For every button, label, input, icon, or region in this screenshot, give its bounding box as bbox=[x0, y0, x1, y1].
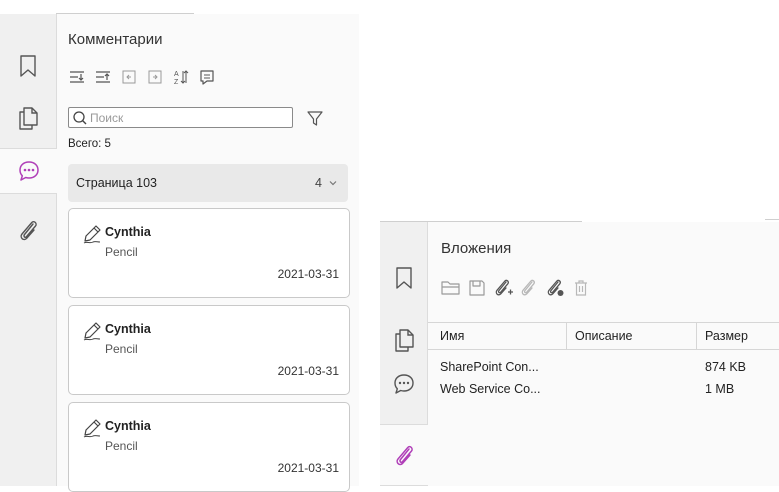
svg-text:A: A bbox=[174, 71, 179, 78]
left-sidebar-rail bbox=[0, 14, 58, 486]
right-sidebar-rail bbox=[380, 222, 429, 486]
comment-type: Pencil bbox=[105, 439, 138, 453]
comment-icon bbox=[200, 70, 214, 85]
pencil-icon bbox=[83, 225, 101, 244]
attachment-settings-icon bbox=[547, 279, 564, 296]
edit-attachment-button[interactable] bbox=[519, 278, 539, 298]
page-group-label: Страница 103 bbox=[76, 176, 157, 190]
comment-card[interactable]: Cynthia Pencil 2021-03-31 bbox=[68, 402, 350, 492]
comment-date: 2021-03-31 bbox=[277, 461, 339, 475]
search-icon bbox=[73, 110, 87, 124]
column-size-header[interactable]: Размер bbox=[705, 329, 748, 343]
bookmarks-tab[interactable] bbox=[380, 256, 427, 300]
attachment-settings-button[interactable] bbox=[545, 278, 565, 298]
pages-icon bbox=[394, 329, 414, 352]
column-description-header[interactable]: Описание bbox=[575, 329, 633, 343]
attachment-size: 1 MB bbox=[705, 382, 735, 396]
edit-attachment-icon bbox=[521, 279, 535, 296]
attachments-tab[interactable] bbox=[0, 208, 56, 252]
comment-author: Cynthia bbox=[105, 322, 151, 336]
bookmark-icon bbox=[395, 267, 412, 289]
comments-icon bbox=[18, 161, 39, 181]
comment-card[interactable]: Cynthia Pencil 2021-03-31 bbox=[68, 208, 350, 298]
pages-icon bbox=[19, 107, 38, 130]
collapse-all-icon bbox=[96, 71, 110, 83]
comments-panel-title: Комментарии bbox=[68, 31, 163, 48]
comments-icon bbox=[393, 374, 414, 394]
comments-search-input[interactable] bbox=[88, 110, 280, 125]
add-attachment-button[interactable] bbox=[493, 278, 513, 298]
previous-icon bbox=[122, 70, 136, 84]
pages-tab[interactable] bbox=[0, 96, 56, 140]
page-group-header[interactable]: Страница 103 4 bbox=[68, 164, 348, 202]
attachments-panel-title: Вложения bbox=[441, 240, 512, 257]
filter-button[interactable] bbox=[305, 108, 325, 128]
comments-total-count: Всего: 5 bbox=[68, 138, 111, 150]
svg-text:Z: Z bbox=[174, 79, 179, 85]
open-button[interactable] bbox=[441, 278, 461, 298]
attachment-name: SharePoint Con... bbox=[440, 360, 539, 374]
attachments-toolbar bbox=[441, 278, 597, 298]
pencil-icon bbox=[83, 322, 101, 341]
comment-button[interactable] bbox=[198, 68, 216, 86]
expand-all-button[interactable] bbox=[68, 68, 86, 86]
comments-search-box bbox=[68, 107, 293, 128]
comments-tab[interactable] bbox=[0, 148, 58, 194]
comments-panel: Комментарии A Z Поиск Всего: 5 Страница … bbox=[57, 14, 359, 492]
sort-button[interactable]: A Z bbox=[172, 68, 190, 86]
previous-button[interactable] bbox=[120, 68, 138, 86]
bookmark-icon bbox=[20, 55, 36, 77]
comment-author: Cynthia bbox=[105, 225, 151, 239]
comment-date: 2021-03-31 bbox=[277, 267, 339, 281]
save-button[interactable] bbox=[467, 278, 487, 298]
attachment-name: Web Service Co... bbox=[440, 382, 541, 396]
bookmarks-tab[interactable] bbox=[0, 44, 56, 88]
attachments-table-header: Имя Описание Размер bbox=[428, 322, 779, 350]
delete-icon bbox=[575, 280, 587, 296]
attachments-tab[interactable] bbox=[380, 424, 429, 486]
filter-icon bbox=[307, 111, 323, 126]
column-divider[interactable] bbox=[696, 323, 697, 349]
add-attachment-icon bbox=[495, 279, 513, 296]
next-button[interactable] bbox=[146, 68, 164, 86]
attachment-size: 874 KB bbox=[705, 360, 747, 374]
attachment-icon bbox=[20, 220, 37, 241]
comment-card[interactable]: Cynthia Pencil 2021-03-31 bbox=[68, 305, 350, 395]
next-icon bbox=[148, 70, 162, 84]
comment-date: 2021-03-31 bbox=[277, 364, 339, 378]
open-icon bbox=[441, 281, 460, 295]
comment-author: Cynthia bbox=[105, 419, 151, 433]
attachment-row[interactable]: Web Service Co... 1 MB bbox=[428, 380, 779, 400]
attachments-panel: Вложения Имя Описание Размер SharePoint … bbox=[428, 222, 779, 486]
pages-tab[interactable] bbox=[380, 318, 427, 362]
attachment-icon bbox=[396, 445, 413, 466]
collapse-all-button[interactable] bbox=[94, 68, 112, 86]
comments-toolbar: A Z bbox=[68, 68, 224, 86]
chevron-down-icon bbox=[329, 181, 337, 186]
comments-tab[interactable] bbox=[380, 362, 427, 406]
column-name-header[interactable]: Имя bbox=[440, 329, 464, 343]
attachment-row[interactable]: SharePoint Con... 874 KB bbox=[428, 358, 779, 378]
attach-panel-top-border-right bbox=[765, 219, 779, 220]
page-group-count: 4 bbox=[315, 176, 322, 190]
sort-icon: A Z bbox=[174, 70, 189, 85]
comment-type: Pencil bbox=[105, 245, 138, 259]
comment-type: Pencil bbox=[105, 342, 138, 356]
save-icon bbox=[469, 280, 485, 296]
pencil-icon bbox=[83, 419, 101, 438]
delete-button[interactable] bbox=[571, 278, 591, 298]
column-divider[interactable] bbox=[566, 323, 567, 349]
expand-all-icon bbox=[70, 71, 84, 83]
